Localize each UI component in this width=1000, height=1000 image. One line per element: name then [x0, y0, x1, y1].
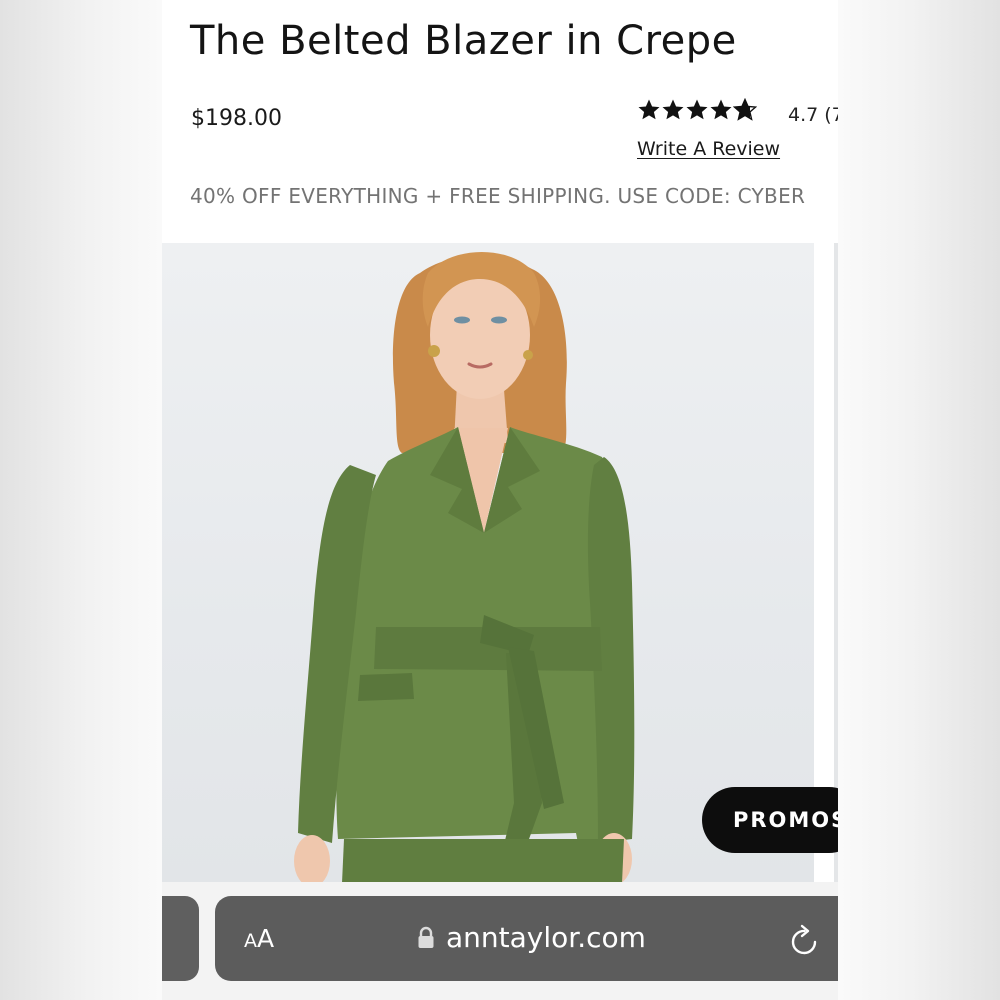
product-title: The Belted Blazer in Crepe — [190, 18, 737, 64]
star-icon — [686, 99, 708, 120]
star-half-icon — [733, 98, 757, 121]
star-rating — [637, 98, 757, 122]
backdrop-left — [0, 0, 162, 1000]
product-image[interactable] — [162, 243, 814, 883]
text-size-small-a: A — [244, 930, 257, 952]
star-icon — [638, 99, 660, 120]
star-icon — [710, 99, 732, 120]
promos-button[interactable]: PROMOS — [702, 787, 838, 853]
backdrop-right — [838, 0, 1000, 1000]
lock-icon — [418, 926, 434, 948]
reload-icon[interactable] — [789, 923, 821, 957]
model-illustration — [294, 252, 635, 883]
write-review-link[interactable]: Write A Review — [637, 138, 780, 160]
text-size-large-a: A — [257, 924, 275, 953]
url-text: anntaylor.com — [446, 921, 646, 954]
promo-banner: 40% OFF EVERYTHING + FREE SHIPPING. USE … — [190, 184, 806, 208]
star-icon — [662, 99, 684, 120]
rating-value: 4.7 (7 — [788, 104, 838, 126]
product-price: $198.00 — [191, 106, 282, 131]
previous-tab-stub[interactable] — [162, 896, 199, 981]
text-size-button[interactable]: AA — [244, 924, 274, 953]
phone-screen: The Belted Blazer in Crepe $198.00 4.7 (… — [162, 0, 838, 1000]
